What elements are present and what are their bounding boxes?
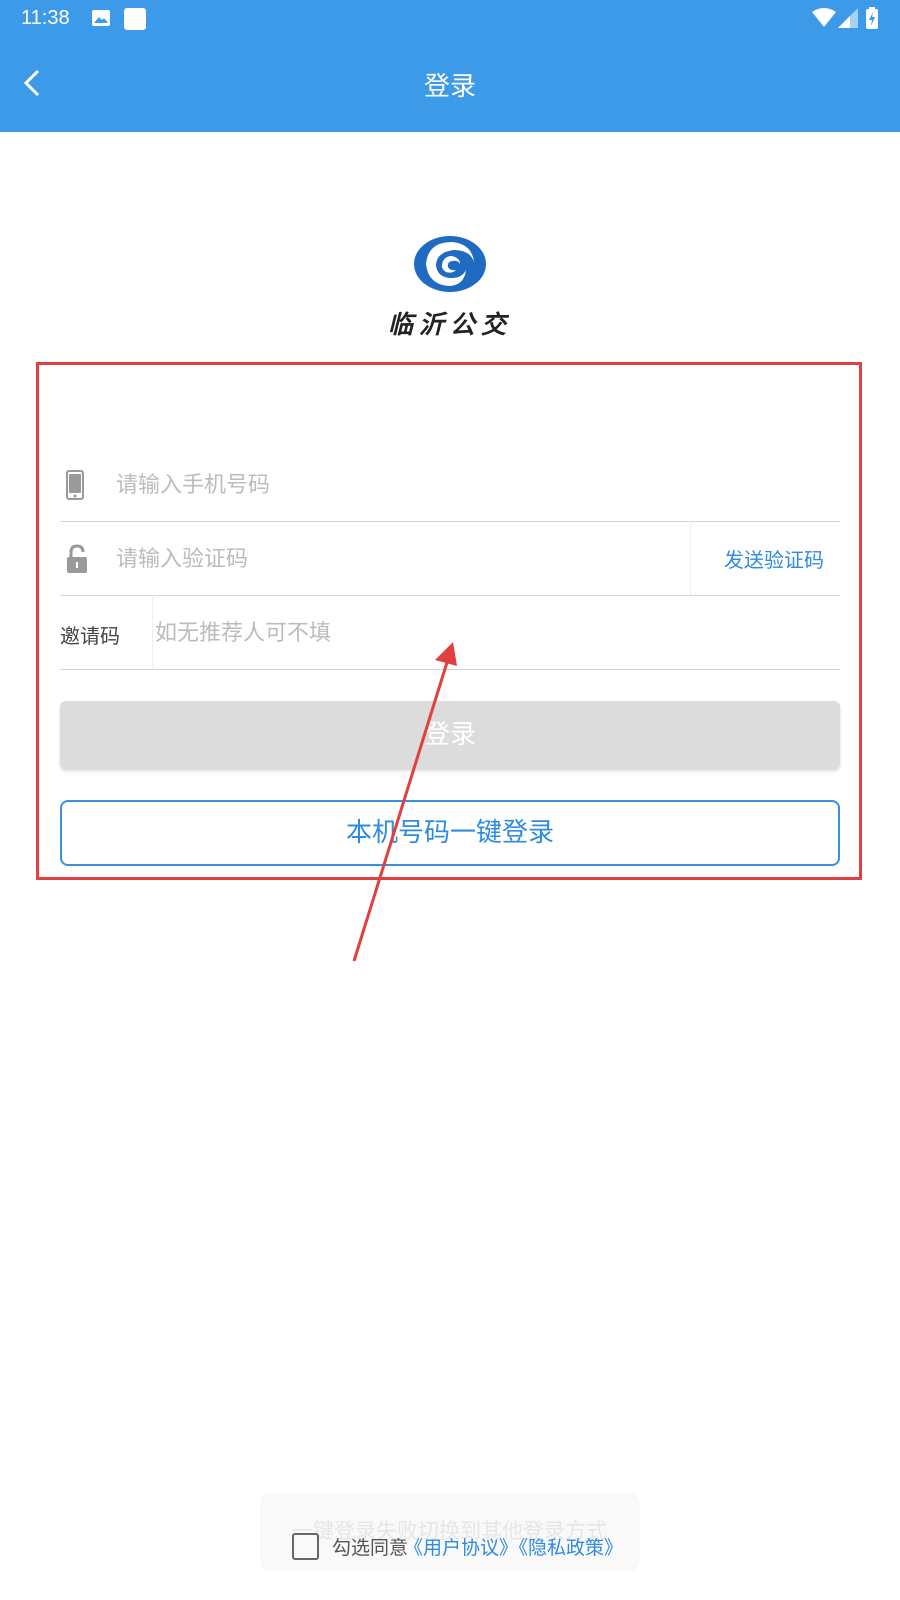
app-bar: 登录 — [0, 34, 900, 132]
logo-text: 临沂公交 — [387, 310, 512, 339]
field-divider — [690, 521, 691, 595]
agree-prefix-text: 勾选同意 — [332, 1537, 409, 1559]
invite-code-input[interactable] — [153, 615, 757, 651]
user-agreement-link[interactable]: 《用户协议》 — [404, 1533, 518, 1560]
phone-input[interactable] — [114, 467, 678, 503]
invite-code-label: 邀请码 — [60, 624, 120, 648]
one-key-login-button[interactable]: 本机号码一键登录 — [60, 800, 840, 866]
gallery-icon — [92, 10, 110, 26]
swirl-logo-icon — [414, 236, 486, 292]
login-button[interactable]: 登录 — [60, 701, 840, 769]
status-time: 11:38 — [21, 7, 70, 29]
app-square-icon — [124, 8, 146, 30]
phone-icon — [66, 470, 84, 500]
battery-charging-icon — [866, 7, 878, 29]
agree-checkbox[interactable] — [292, 1533, 319, 1560]
app-logo: 临沂公交 — [380, 232, 520, 342]
phone-row — [60, 447, 840, 522]
unlock-icon — [67, 544, 87, 573]
code-row: 发送验证码 — [60, 521, 840, 596]
status-bar: 11:38 — [0, 0, 900, 34]
page-title: 登录 — [423, 72, 476, 102]
invite-row: 邀请码 — [60, 595, 840, 670]
verification-code-input[interactable] — [114, 541, 678, 577]
wifi-icon — [812, 8, 836, 27]
send-code-button[interactable]: 发送验证码 — [724, 544, 824, 573]
signal-icon — [838, 8, 858, 28]
privacy-policy-link[interactable]: 《隐私政策》 — [509, 1533, 623, 1560]
